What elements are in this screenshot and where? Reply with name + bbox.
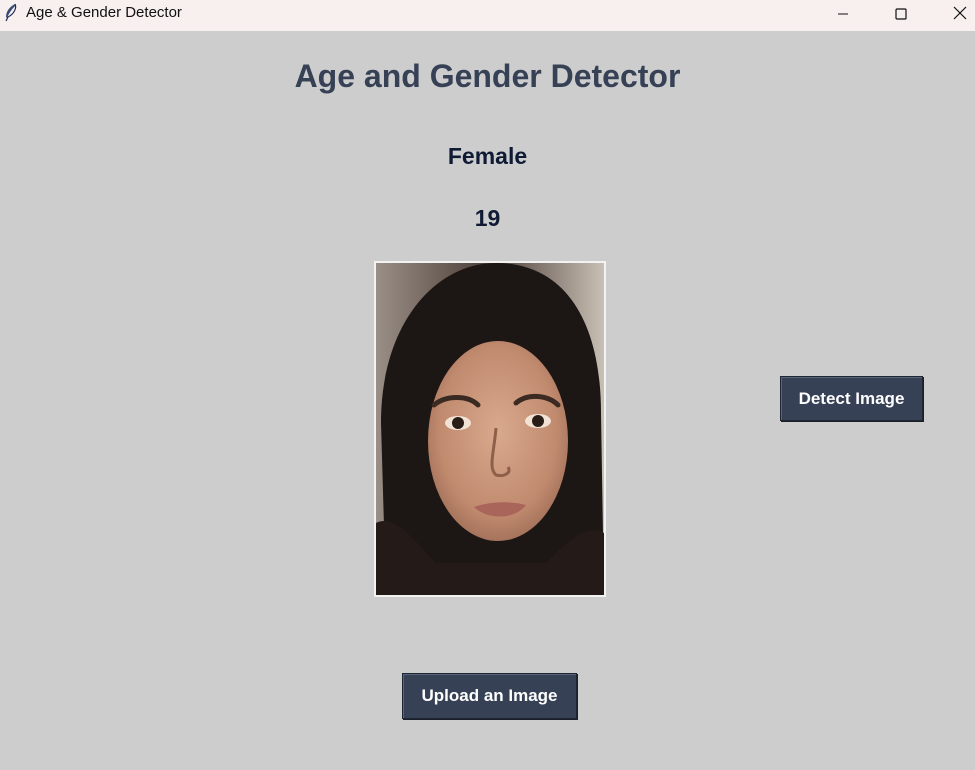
close-icon <box>953 6 967 25</box>
uploaded-photo <box>374 261 606 597</box>
main-window: Age and Gender Detector Female 19 Detect… <box>0 31 975 770</box>
window-titlebar: Age & Gender Detector <box>0 0 975 31</box>
maximize-icon <box>895 7 907 25</box>
upload-image-button[interactable]: Upload an Image <box>402 673 577 719</box>
minimize-icon <box>837 7 849 25</box>
age-result: 19 <box>474 205 501 231</box>
window-title: Age & Gender Detector <box>26 4 182 21</box>
feather-icon <box>3 3 19 23</box>
close-button[interactable] <box>937 0 975 31</box>
maximize-button[interactable] <box>878 0 924 31</box>
gender-result: Female <box>447 143 528 169</box>
face-photo <box>376 263 604 595</box>
detect-image-button[interactable]: Detect Image <box>780 376 923 421</box>
minimize-button[interactable] <box>820 0 866 31</box>
page-title: Age and Gender Detector <box>294 58 681 94</box>
